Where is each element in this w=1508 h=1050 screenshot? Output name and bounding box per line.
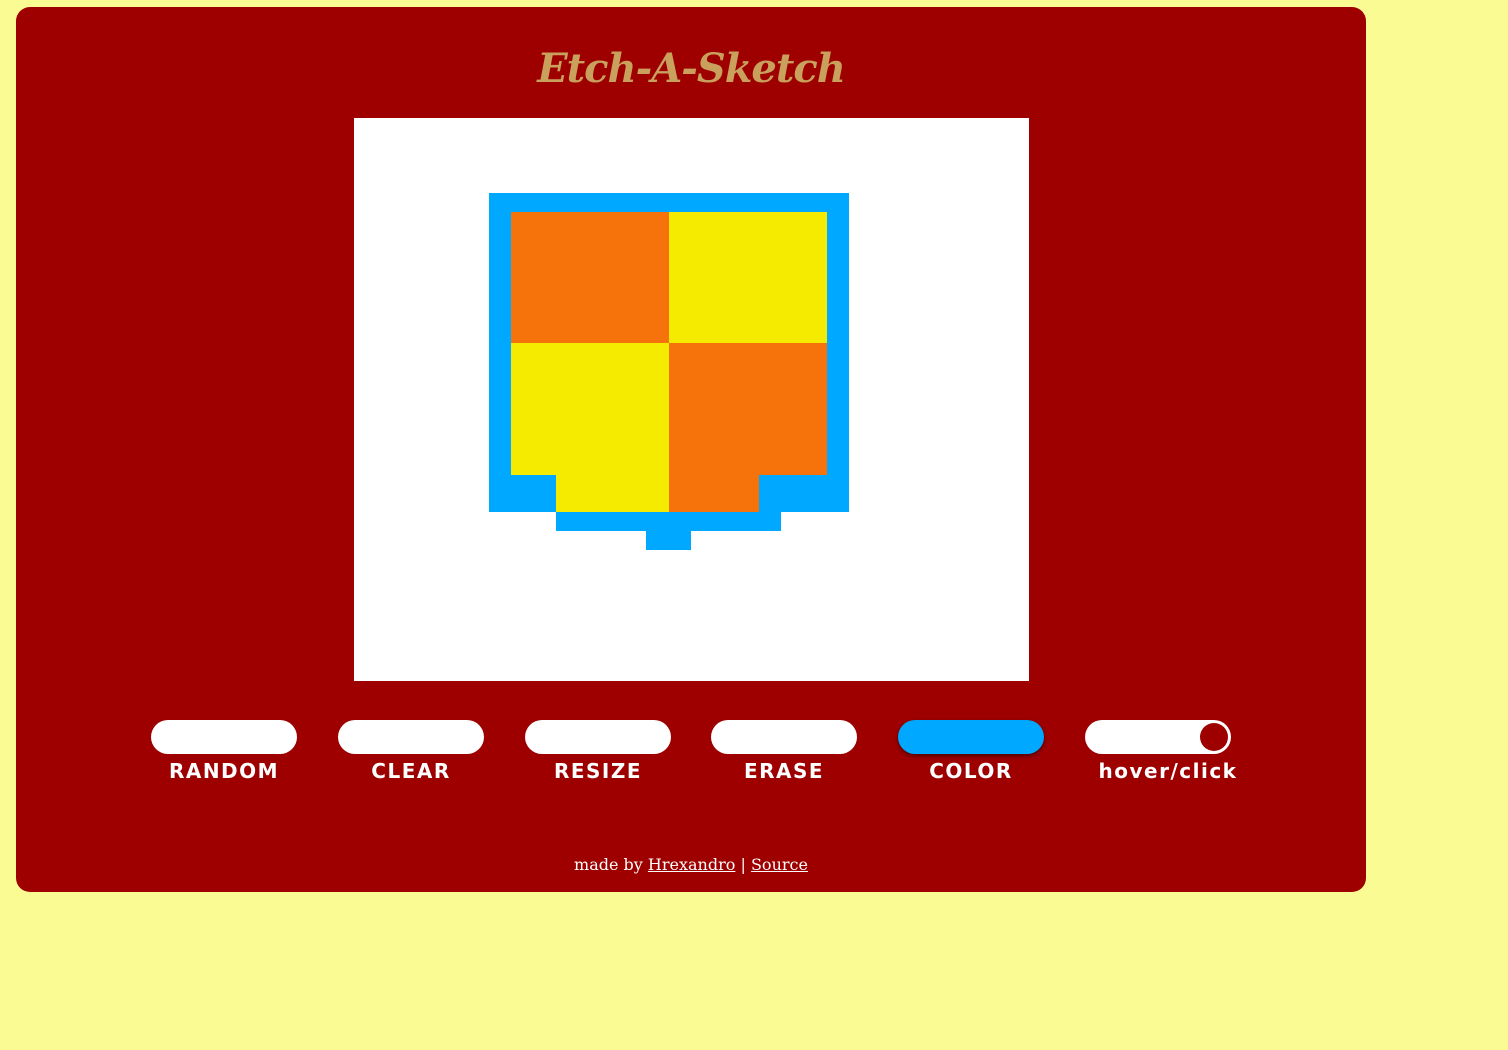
random-button[interactable] (151, 720, 297, 754)
resize-button[interactable] (525, 720, 671, 754)
shield-outline-top (489, 193, 849, 212)
shield-quadrant-bottom-right-lowest (669, 493, 759, 512)
clear-button[interactable] (338, 720, 484, 754)
shield-quadrant-bottom-right-lower (669, 475, 759, 493)
hover-click-toggle[interactable] (1085, 720, 1231, 754)
author-link[interactable]: Hrexandro (648, 855, 735, 874)
footer: made by Hrexandro | Source (16, 855, 1366, 874)
clear-label: CLEAR (371, 759, 451, 783)
random-label: RANDOM (168, 759, 280, 783)
shield-quadrant-bottom-left-lower (556, 475, 669, 512)
shield-outline-tip (646, 531, 691, 550)
shield-quadrant-bottom-left (511, 343, 669, 475)
erase-label: ERASE (743, 759, 825, 783)
erase-button[interactable] (711, 720, 857, 754)
shield-outline-left (489, 193, 511, 493)
footer-separator: | (740, 855, 746, 874)
shield-quadrant-top-left (511, 212, 669, 343)
app-title: Etch-A-Sketch (537, 45, 846, 92)
resize-label: RESIZE (553, 759, 643, 783)
color-picker-button[interactable] (898, 720, 1044, 754)
footer-prefix: made by (574, 855, 643, 874)
shield-outline-left-step (489, 475, 556, 512)
shield-outline-right (827, 193, 849, 493)
shield-quadrant-top-right (669, 212, 827, 343)
color-label: COLOR (929, 759, 1013, 783)
drawing-grid[interactable] (354, 118, 1029, 681)
hover-click-label: hover/click (1098, 759, 1238, 783)
toggle-knob (1200, 723, 1228, 751)
source-link[interactable]: Source (751, 855, 808, 874)
shield-quadrant-bottom-right (669, 343, 827, 475)
etch-a-sketch-panel: Etch-A-Sketch RANDOM CLEAR RESIZE ERASE … (16, 7, 1366, 892)
